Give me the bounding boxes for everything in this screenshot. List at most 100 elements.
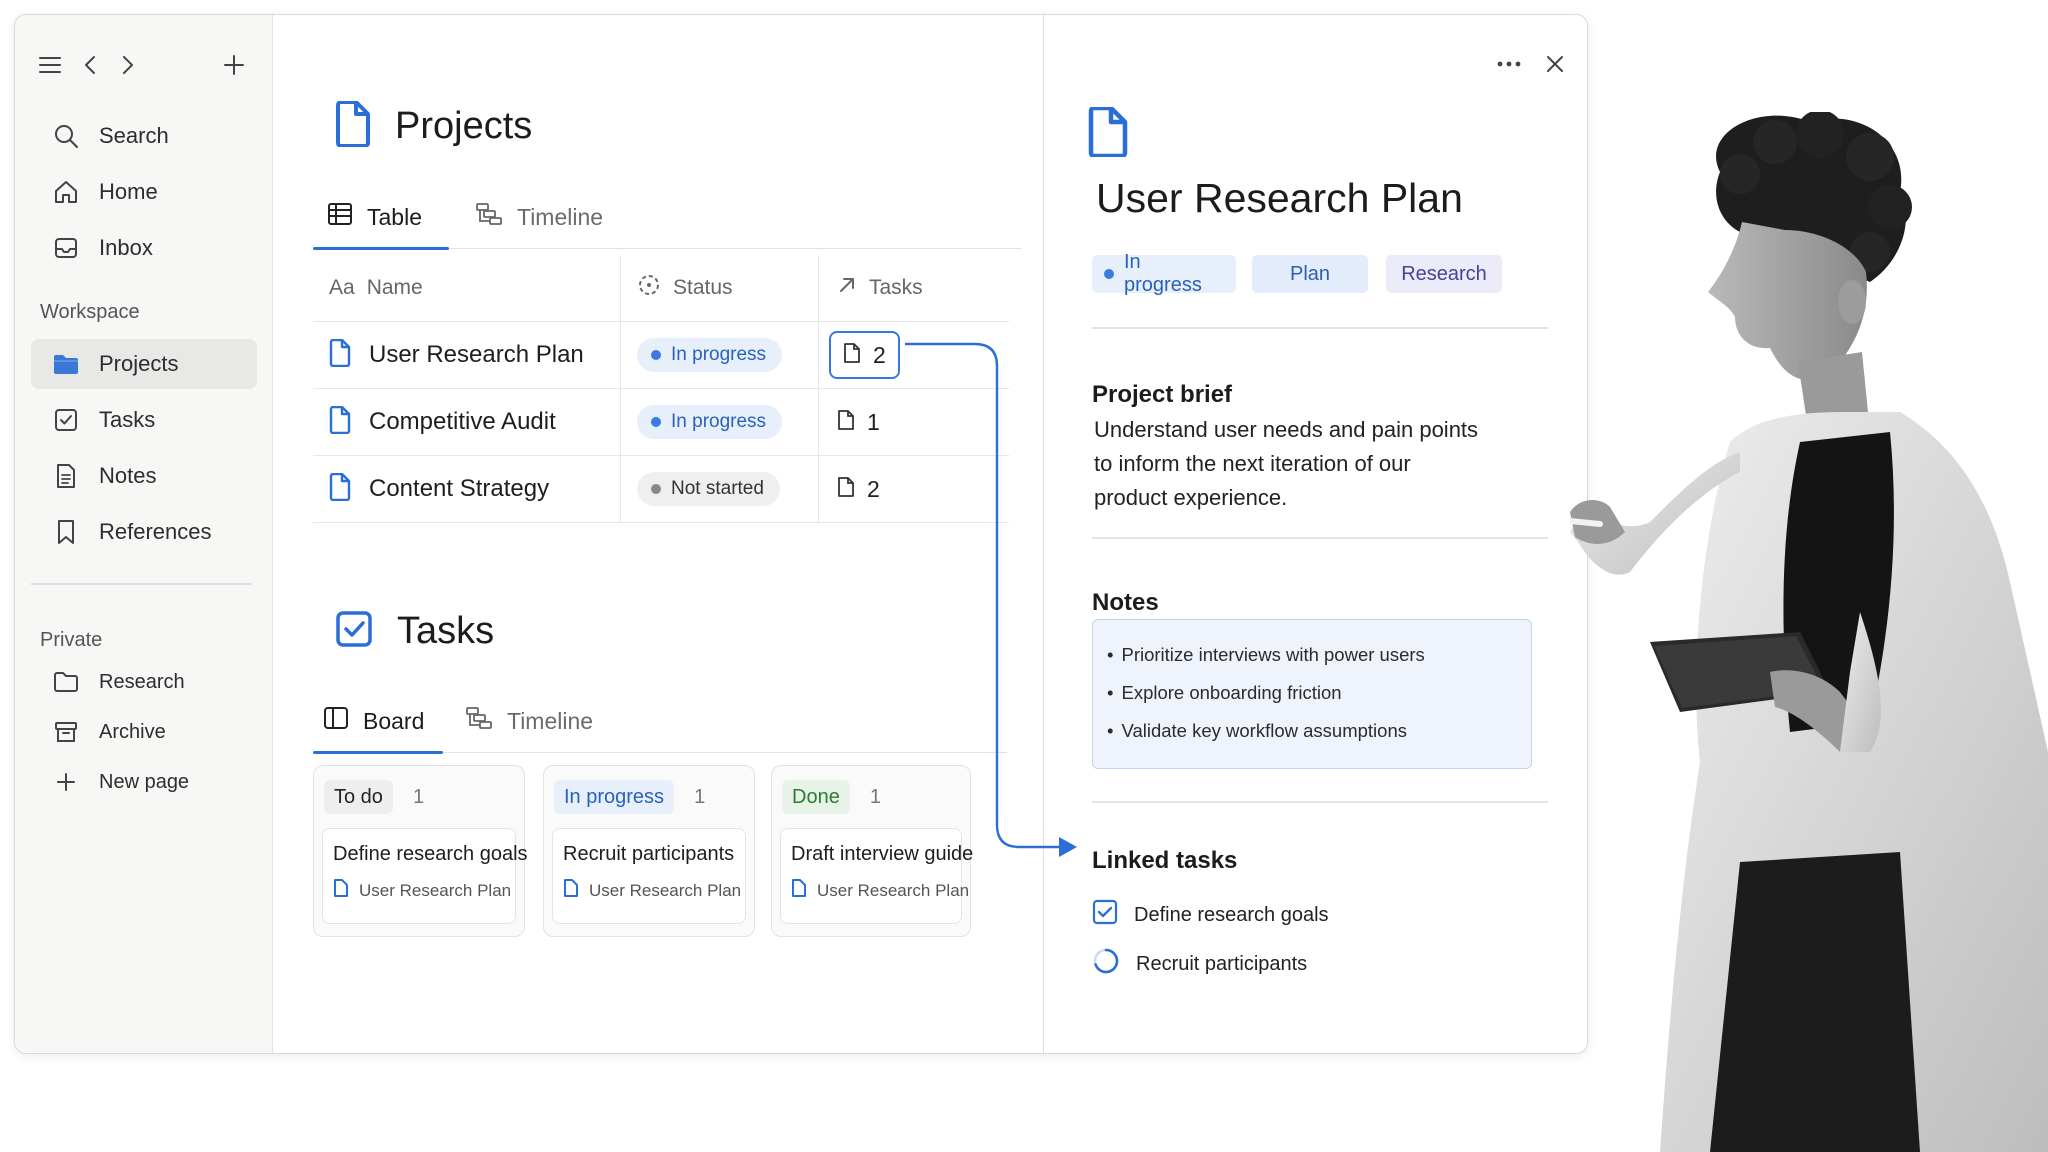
brief-line: to inform the next iteration of our — [1094, 451, 1411, 476]
app-window: Search Home Inbox Workspace Projects Tas… — [14, 14, 1588, 1054]
board-icon — [323, 706, 349, 736]
sidebar-item-research[interactable]: Research — [31, 657, 257, 707]
card-project-ref[interactable]: User Research Plan — [791, 878, 969, 903]
sidebar-item-inbox[interactable]: Inbox — [31, 223, 257, 273]
bullet: • — [1107, 682, 1114, 703]
tag-label: In progress — [1124, 251, 1202, 296]
status-dot — [651, 484, 661, 494]
task-card[interactable]: Define research goals User Research Plan — [322, 828, 528, 924]
forward-icon[interactable] — [111, 45, 145, 85]
sidebar-item-label: Research — [99, 670, 185, 693]
task-card[interactable]: Recruit participants User Research Plan — [552, 828, 746, 924]
name-cell[interactable]: Competitive Audit — [313, 389, 621, 455]
tab-board[interactable]: Board — [323, 689, 424, 753]
tab-label: Timeline — [507, 707, 594, 734]
detail-panel: User Research Plan In progress Plan Rese… — [1043, 15, 1587, 1053]
sidebar-item-label: References — [99, 519, 212, 544]
tag-label: Research — [1401, 262, 1487, 285]
column-header-status[interactable]: Status — [621, 255, 819, 321]
note-item: • Validate key workflow assumptions — [1107, 712, 1517, 750]
notes-heading: Notes — [1092, 589, 1159, 616]
table-row[interactable]: User Research Plan In progress 2 — [313, 322, 1009, 389]
sidebar-item-label: Projects — [99, 351, 179, 376]
sidebar-item-search[interactable]: Search — [31, 111, 257, 161]
tasks-cell[interactable]: 2 — [819, 456, 1009, 522]
table-header-row: Aa Name Status Tasks — [313, 255, 1009, 322]
tasks-header: Tasks — [335, 609, 494, 654]
tasks-cell[interactable]: 1 — [819, 389, 1009, 455]
menu-icon[interactable] — [33, 45, 67, 85]
folder-icon — [51, 349, 81, 379]
column-header-label: Status — [673, 276, 733, 299]
inbox-icon — [51, 233, 81, 263]
checkbox-icon — [51, 405, 81, 435]
tab-table[interactable]: Table — [327, 185, 422, 249]
task-count: 2 — [867, 475, 880, 502]
sidebar-item-references[interactable]: References — [31, 507, 257, 557]
card-project-ref[interactable]: User Research Plan — [333, 878, 511, 903]
projects-table: Aa Name Status Tasks User Research Plan … — [313, 255, 1009, 523]
page-icon — [563, 878, 579, 903]
folder-outline-icon — [51, 667, 81, 697]
column-header: Done 1 — [782, 780, 881, 814]
section-divider — [1092, 327, 1548, 329]
linked-task-item[interactable]: Define research goals — [1092, 899, 1329, 931]
table-row[interactable]: Competitive Audit In progress 1 — [313, 389, 1009, 456]
status-cell[interactable]: In progress — [621, 322, 819, 388]
bookmark-icon — [51, 517, 81, 547]
tag-research[interactable]: Research — [1386, 255, 1502, 293]
column-header-name[interactable]: Aa Name — [313, 255, 621, 321]
timeline-icon — [465, 706, 493, 736]
card-title: Draft interview guide — [791, 843, 974, 865]
note-text: Explore onboarding friction — [1121, 682, 1342, 703]
tab-timeline[interactable]: Timeline — [465, 689, 593, 753]
person-with-tablet-photo — [1570, 112, 2048, 1152]
sidebar-item-new-page[interactable]: New page — [31, 757, 257, 807]
table-icon — [327, 202, 353, 232]
column-tag: In progress — [554, 780, 675, 814]
sidebar-item-archive[interactable]: Archive — [31, 707, 257, 757]
table-row[interactable]: Content Strategy Not started 2 — [313, 456, 1009, 523]
bullet: • — [1107, 720, 1114, 741]
status-cell[interactable]: In progress — [621, 389, 819, 455]
tab-timeline[interactable]: Timeline — [475, 185, 603, 249]
column-header: To do 1 — [324, 780, 424, 814]
tab-label: Timeline — [517, 203, 604, 230]
brief-line: Understand user needs and pain points — [1094, 417, 1479, 442]
row-title: User Research Plan — [369, 341, 584, 368]
column-tag: To do — [324, 780, 393, 814]
status-label: In progress — [671, 344, 767, 365]
tab-label: Board — [363, 707, 425, 734]
sidebar-item-notes[interactable]: Notes — [31, 451, 257, 501]
linked-task-label: Recruit participants — [1136, 952, 1308, 975]
notes-callout[interactable]: • Prioritize interviews with power users … — [1092, 619, 1532, 769]
projects-header: Projects — [335, 100, 532, 152]
close-icon[interactable] — [1540, 49, 1570, 79]
sidebar-item-tasks[interactable]: Tasks — [31, 395, 257, 445]
tag-plan[interactable]: Plan — [1252, 255, 1368, 293]
sidebar-item-label: Notes — [99, 463, 157, 488]
more-options-icon[interactable] — [1494, 49, 1524, 79]
card-project-ref[interactable]: User Research Plan — [563, 878, 741, 903]
task-card[interactable]: Draft interview guide User Research Plan — [780, 828, 974, 924]
name-cell[interactable]: Content Strategy — [313, 456, 621, 522]
active-tab-indicator — [313, 247, 449, 250]
note-text: Validate key workflow assumptions — [1121, 720, 1407, 741]
column-header-tasks[interactable]: Tasks — [819, 255, 1009, 321]
task-relation-highlight[interactable]: 2 — [829, 331, 900, 379]
sidebar-item-projects[interactable]: Projects — [31, 339, 257, 389]
page-icon — [1088, 105, 1128, 162]
status-badge: In progress — [637, 338, 783, 372]
column-header-label: Tasks — [869, 276, 923, 299]
page-icon — [335, 100, 371, 152]
status-cell[interactable]: Not started — [621, 456, 819, 522]
tasks-cell[interactable]: 2 — [819, 322, 1009, 388]
back-icon[interactable] — [73, 45, 107, 85]
note-icon — [51, 461, 81, 491]
status-badge[interactable]: In progress — [1092, 251, 1236, 296]
sidebar-item-home[interactable]: Home — [31, 167, 257, 217]
plus-icon[interactable] — [217, 45, 251, 85]
linked-task-item[interactable]: Recruit participants — [1092, 947, 1307, 981]
page-title: User Research Plan — [1096, 175, 1463, 221]
name-cell[interactable]: User Research Plan — [313, 322, 621, 388]
